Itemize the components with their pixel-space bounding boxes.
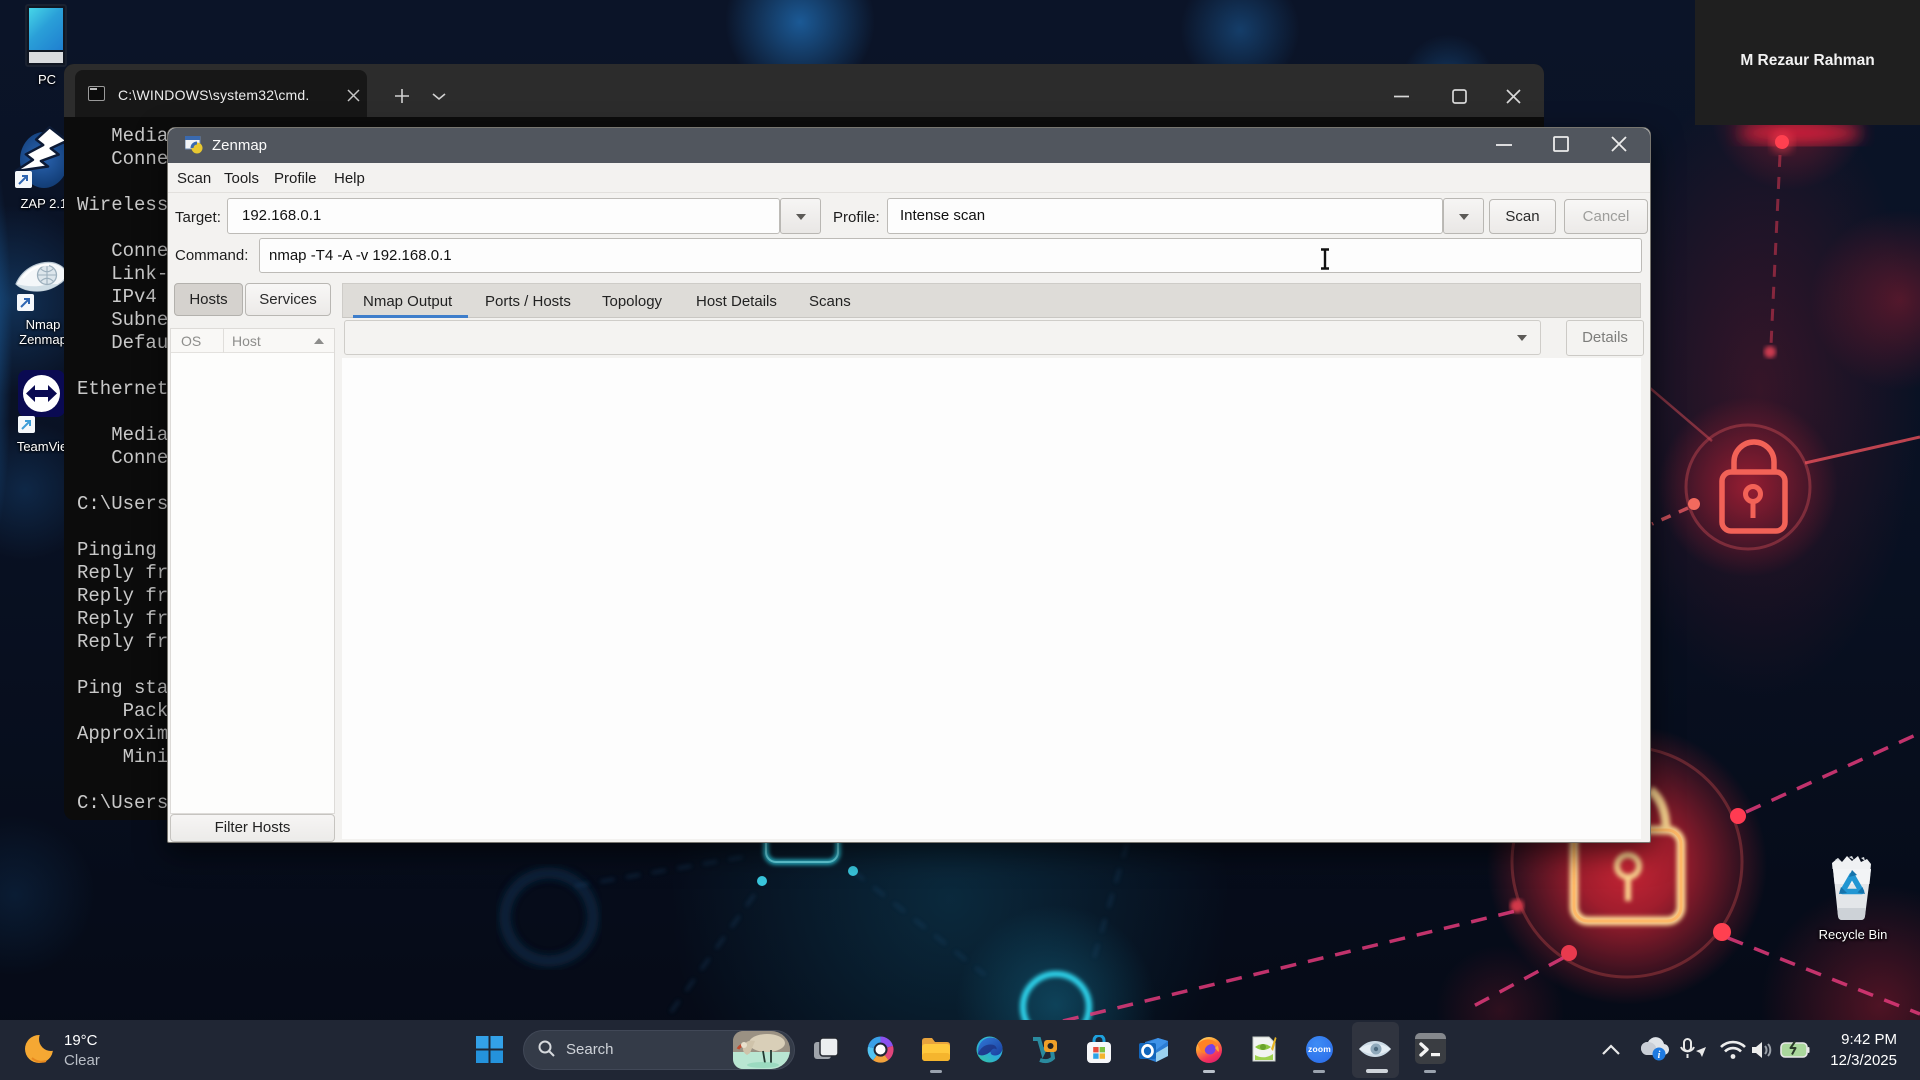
svg-text:i: i: [1658, 1050, 1661, 1061]
